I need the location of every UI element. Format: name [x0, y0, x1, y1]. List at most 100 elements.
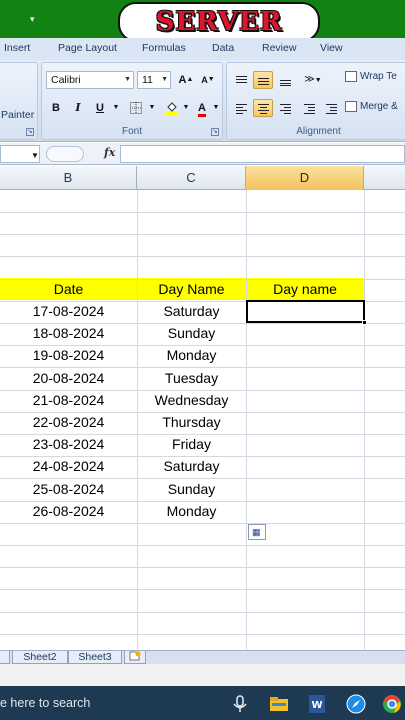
microphone-icon[interactable]	[229, 693, 251, 715]
header-cell-day-name[interactable]: Day Name	[137, 278, 246, 300]
clipboard-launcher-icon[interactable]: ↘	[26, 128, 34, 136]
column-header-e[interactable]	[364, 166, 405, 190]
day-name-cell[interactable]: Friday	[137, 433, 246, 455]
insert-function-button[interactable]: fx	[104, 146, 115, 159]
column-header-c[interactable]: C	[137, 166, 246, 190]
day-name-d-cell[interactable]	[246, 455, 364, 477]
wrap-text-button[interactable]: Wrap Te	[345, 71, 397, 82]
tab-data[interactable]: Data	[212, 42, 234, 54]
font-launcher-icon[interactable]: ↘	[211, 128, 219, 136]
windows-taskbar: e here to search W	[0, 686, 405, 720]
date-cell[interactable]: 18-08-2024	[0, 322, 137, 344]
format-painter-button[interactable]: Painter	[1, 109, 34, 121]
day-name-cell[interactable]: Sunday	[137, 322, 246, 344]
font-name-combo[interactable]: Calibri ▼	[46, 71, 134, 89]
align-top-button[interactable]	[231, 71, 251, 89]
day-name-cell[interactable]: Thursday	[137, 411, 246, 433]
day-name-cell[interactable]: Monday	[137, 344, 246, 366]
tab-review[interactable]: Review	[262, 42, 296, 54]
day-name-cell[interactable]: Wednesday	[137, 389, 246, 411]
tab-page-layout[interactable]: Page Layout	[58, 42, 117, 54]
align-left-button[interactable]	[231, 99, 251, 117]
name-box[interactable]: ▼	[0, 145, 40, 163]
row-gridline	[0, 523, 405, 524]
header-cell-day-name-d[interactable]: Day name	[246, 278, 364, 300]
fill-color-button[interactable]	[162, 99, 182, 117]
auto-fill-options-button[interactable]: ▦	[248, 524, 266, 540]
decrease-indent-button[interactable]	[299, 99, 319, 117]
date-cell[interactable]: 23-08-2024	[0, 433, 137, 455]
date-cell[interactable]: 25-08-2024	[0, 478, 137, 500]
date-cell[interactable]: 19-08-2024	[0, 344, 137, 366]
grow-font-button[interactable]: A▲	[176, 71, 196, 89]
fill-handle[interactable]	[362, 320, 367, 325]
sheet-tab-partial[interactable]	[0, 651, 10, 664]
file-explorer-icon[interactable]	[268, 693, 290, 715]
word-app-icon[interactable]: W	[306, 693, 328, 715]
tab-view[interactable]: View	[320, 42, 343, 54]
borders-button[interactable]	[126, 99, 146, 117]
date-cell[interactable]: 26-08-2024	[0, 500, 137, 522]
day-name-d-cell[interactable]	[246, 344, 364, 366]
day-name-d-cell[interactable]	[246, 367, 364, 389]
day-name-cell[interactable]: Saturday	[137, 300, 246, 322]
date-cell[interactable]: 17-08-2024	[0, 300, 137, 322]
font-color-button[interactable]: A	[192, 99, 212, 117]
day-name-cell[interactable]: Sunday	[137, 478, 246, 500]
day-name-d-cell[interactable]	[246, 478, 364, 500]
day-name-d-cell[interactable]	[246, 322, 364, 344]
day-name-cell[interactable]: Tuesday	[137, 367, 246, 389]
bold-button[interactable]: B	[46, 99, 66, 117]
insert-sheet-button[interactable]	[124, 651, 146, 664]
font-size-combo[interactable]: 11 ▼	[137, 71, 171, 89]
date-cell[interactable]: 24-08-2024	[0, 455, 137, 477]
date-cell[interactable]: 20-08-2024	[0, 367, 137, 389]
insert-sheet-icon	[129, 651, 141, 661]
safari-compass-icon[interactable]	[345, 693, 367, 715]
font-color-dropdown[interactable]: ▼	[211, 99, 221, 117]
shrink-font-button[interactable]: A▼	[198, 71, 218, 89]
date-cell[interactable]: 21-08-2024	[0, 389, 137, 411]
day-name-d-cell[interactable]	[246, 389, 364, 411]
formula-input[interactable]	[120, 145, 405, 163]
merge-center-button[interactable]: Merge &	[345, 101, 398, 112]
chrome-browser-icon[interactable]	[381, 693, 403, 715]
column-gridline	[364, 190, 365, 650]
taskbar-search-box[interactable]: e here to search	[0, 696, 90, 710]
worksheet-grid[interactable]: B C D Date Day Name Day name 17-08-2024 S…	[0, 166, 405, 650]
paint-bucket-icon	[166, 102, 178, 115]
formula-cancel-button[interactable]	[46, 146, 84, 162]
day-name-d-cell[interactable]	[246, 411, 364, 433]
align-bottom-button[interactable]	[275, 71, 295, 89]
day-name-cell[interactable]: Monday	[137, 500, 246, 522]
orientation-button[interactable]: ≫▼	[299, 71, 327, 89]
day-name-d-cell[interactable]	[246, 500, 364, 522]
column-header-d[interactable]: D	[246, 166, 364, 190]
day-name-d-cell[interactable]	[246, 433, 364, 455]
quick-access-dropdown-icon[interactable]: ▾	[30, 14, 35, 24]
sheet-tab-sheet3[interactable]: Sheet3	[68, 651, 122, 664]
align-right-button[interactable]	[275, 99, 295, 117]
sheet-tab-sheet2[interactable]: Sheet2	[12, 651, 68, 664]
align-middle-button[interactable]	[253, 71, 273, 89]
auto-fill-icon: ▦	[252, 527, 261, 537]
fill-color-dropdown[interactable]: ▼	[181, 99, 191, 117]
italic-button[interactable]: I	[68, 99, 88, 117]
align-center-button[interactable]	[253, 99, 273, 117]
date-cell[interactable]: 22-08-2024	[0, 411, 137, 433]
tab-insert[interactable]: Insert	[4, 42, 30, 54]
header-cell-date[interactable]: Date	[0, 278, 137, 300]
underline-button[interactable]: U	[90, 99, 110, 117]
day-name-cell[interactable]: Saturday	[137, 455, 246, 477]
font-name-value: Calibri	[51, 74, 81, 86]
row-gridline	[0, 612, 405, 613]
borders-dropdown[interactable]: ▼	[146, 99, 158, 117]
wrap-text-label: Wrap Te	[360, 71, 397, 83]
increase-indent-button[interactable]	[321, 99, 341, 117]
borders-icon	[130, 102, 142, 114]
row-gridline	[0, 212, 405, 213]
tab-formulas[interactable]: Formulas	[142, 42, 186, 54]
active-cell-selection[interactable]	[246, 300, 365, 323]
column-header-b[interactable]: B	[0, 166, 137, 190]
underline-dropdown[interactable]: ▼	[110, 99, 122, 117]
